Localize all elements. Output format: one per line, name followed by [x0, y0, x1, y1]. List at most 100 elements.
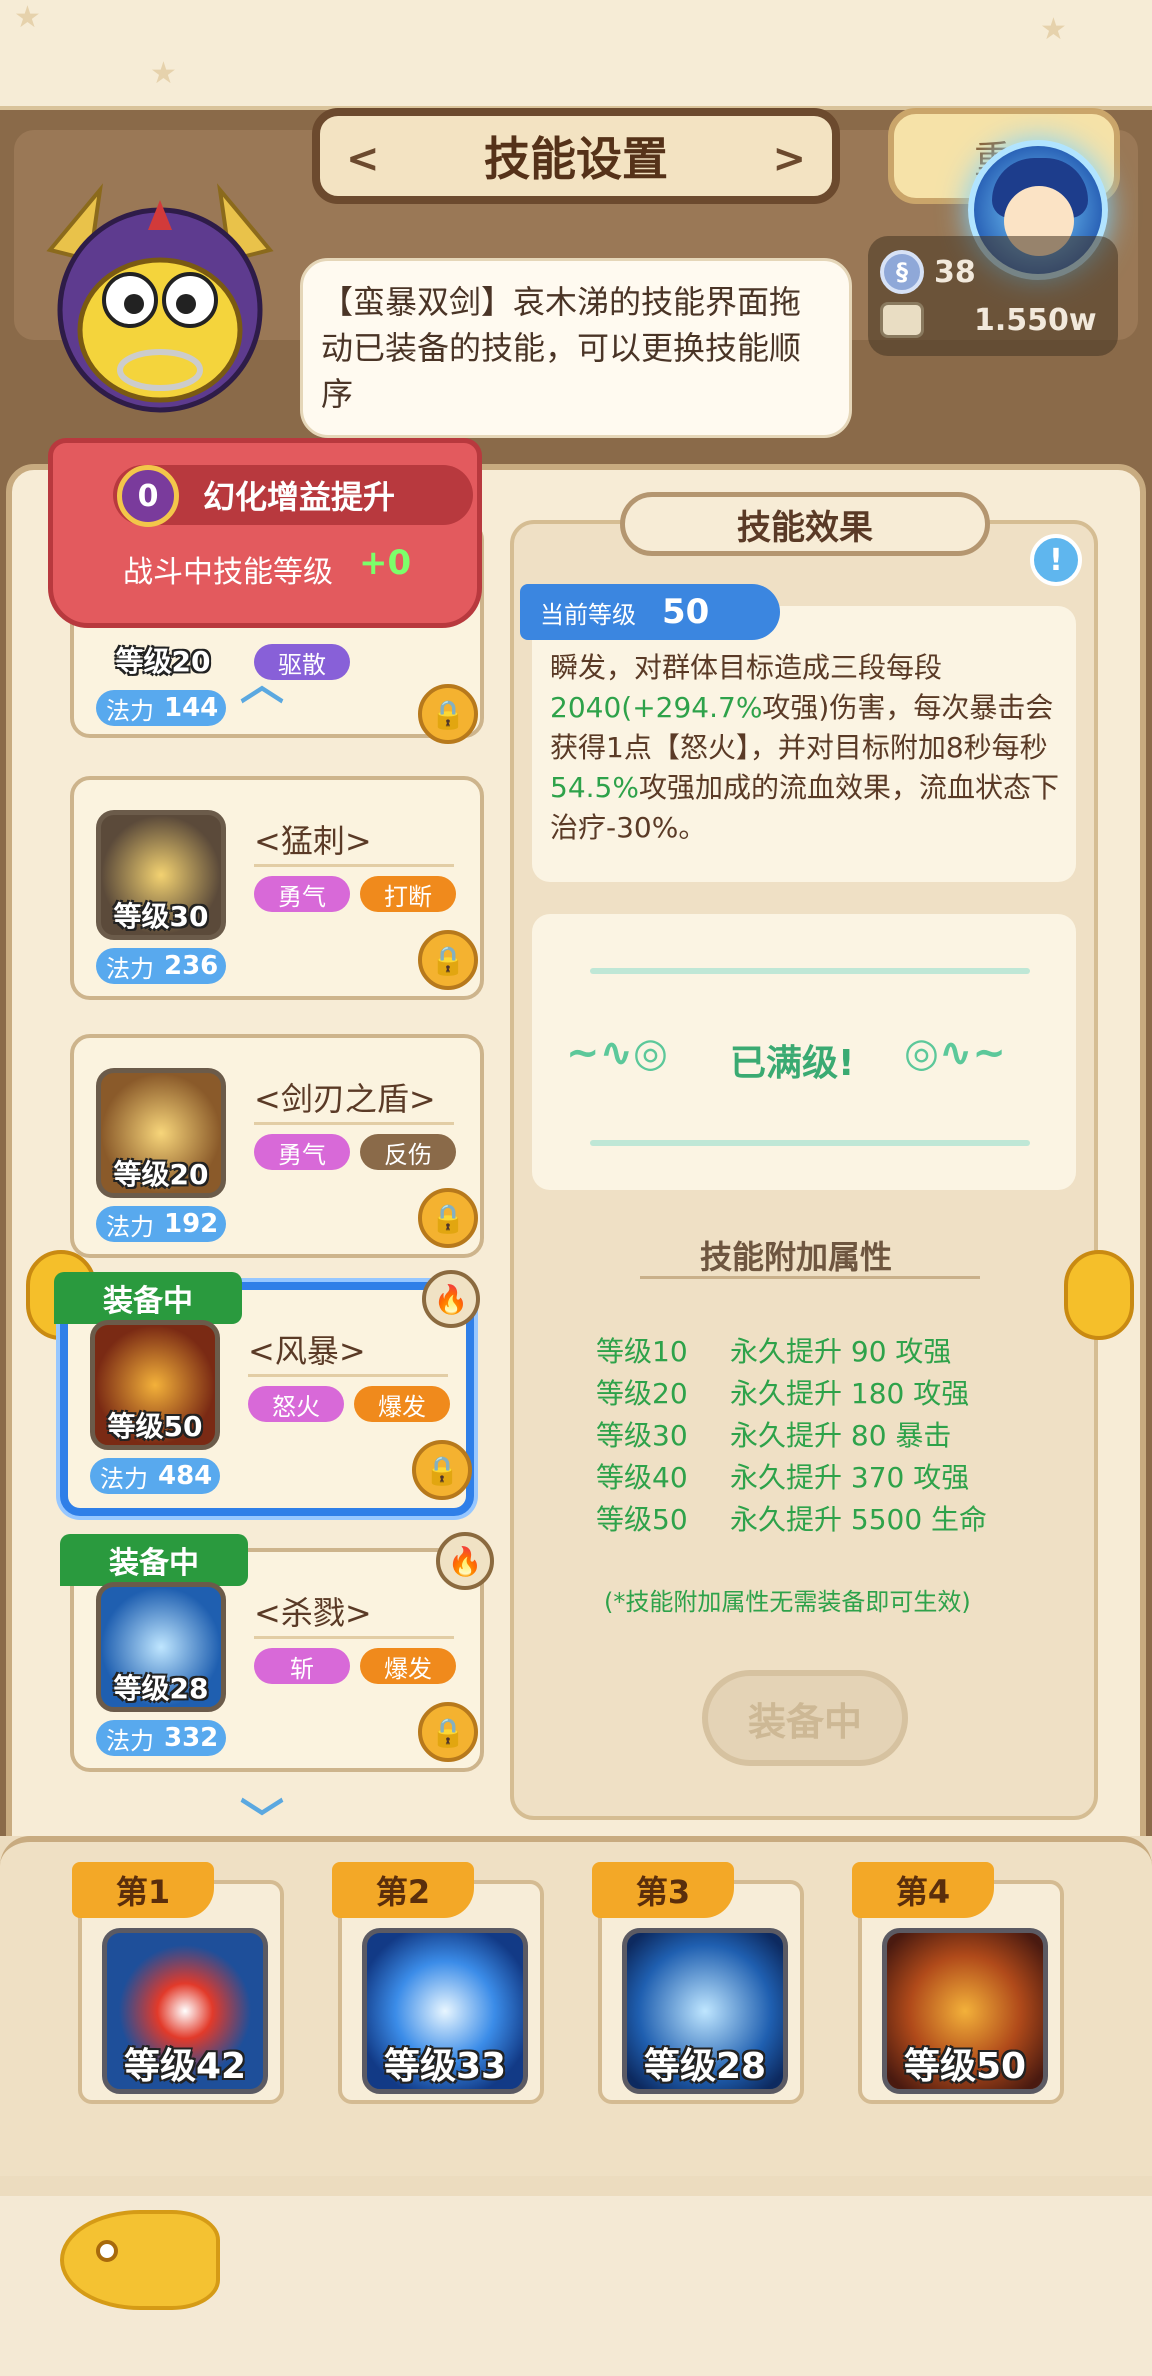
skill-level: 等级28	[113, 1672, 209, 1705]
desc-part: 瞬发，对群体目标造成三段每段	[550, 651, 943, 684]
boost-subtitle: 战斗中技能等级	[123, 555, 333, 590]
boost-value: +0	[359, 543, 412, 583]
fire-badge-icon: 🔥	[422, 1270, 480, 1328]
slot-level: 等级33	[383, 2046, 507, 2087]
coin-amount: 38	[934, 254, 976, 290]
skill-card[interactable]: 装备中 🔥 等级28 法力 332 <杀戮> 斩 爆发 🔒	[60, 1532, 494, 1772]
skill-card[interactable]: 等级20 法力 192 <剑刃之盾> 勇气 反伤 🔒	[70, 1034, 484, 1258]
attr-text: 永久提升 90 攻强	[730, 1335, 952, 1368]
skill-level: 等级20	[113, 1158, 209, 1191]
lock-icon[interactable]: 🔒	[418, 1702, 478, 1762]
mana-bar: 法力 332	[96, 1720, 226, 1756]
equip-button[interactable]: 装备中	[702, 1670, 908, 1766]
scroll-amount: 1.550w	[974, 302, 1097, 338]
boost-title: 幻化增益提升	[203, 478, 396, 516]
slot-label: 第2	[332, 1862, 474, 1918]
mana-bar: 法力 192	[96, 1206, 226, 1242]
mana-value: 236	[164, 951, 219, 981]
prev-arrow-icon[interactable]: <	[346, 136, 380, 182]
desc-value: 294.7%	[655, 691, 763, 724]
mana-label: 法力	[106, 1726, 154, 1755]
attr-row: 等级50 永久提升 5500 生命	[596, 1498, 987, 1538]
attr-text: 永久提升 80 暴击	[730, 1419, 952, 1452]
lock-icon[interactable]: 🔒	[418, 1188, 478, 1248]
star-decor-icon: ★	[150, 56, 177, 91]
skill-level: 等级30	[113, 900, 209, 933]
mana-label: 法力	[106, 1212, 154, 1241]
skill-card-active[interactable]: 装备中 🔥 等级50 法力 484 <风暴> 怒火 爆发 🔒	[54, 1270, 480, 1516]
slot-label: 第3	[592, 1862, 734, 1918]
attr-row: 等级30 永久提升 80 暴击	[596, 1414, 951, 1454]
next-arrow-icon[interactable]: >	[772, 136, 806, 182]
scroll-icon	[880, 302, 924, 338]
skill-tag: 怒火	[248, 1386, 344, 1422]
skill-tag: 爆发	[354, 1386, 450, 1422]
skill-tag: 反伤	[360, 1134, 456, 1170]
attr-text: 永久提升 180 攻强	[730, 1377, 970, 1410]
storm-blade-icon: 等级50	[882, 1928, 1048, 2094]
star-decor-icon: ★	[14, 0, 41, 35]
speech-bubble: 【蛮暴双剑】哀木涕的技能界面拖动已装备的技能，可以更换技能顺序	[300, 258, 852, 438]
attr-level: 等级40	[596, 1461, 688, 1494]
right-arrow-icon[interactable]	[1064, 1250, 1134, 1340]
slash-wave-icon: 等级28	[96, 1582, 226, 1712]
mana-label: 法力	[100, 1464, 148, 1493]
attr-divider	[640, 1276, 980, 1279]
slot-label: 第4	[852, 1862, 994, 1918]
mana-bar: 法力 236	[96, 948, 226, 984]
slot-level: 等级42	[123, 2046, 247, 2087]
dagger-icon: 等级33	[362, 1928, 528, 2094]
star-decor-icon: ★	[1040, 12, 1067, 47]
desc-part: (+	[621, 691, 656, 724]
name-divider	[248, 1374, 448, 1377]
skill-slot-3[interactable]: 第3 等级28	[592, 1862, 804, 2104]
attr-row: 等级40 永久提升 370 攻强	[596, 1456, 969, 1496]
desc-value: 2040	[550, 691, 622, 724]
wave-ornament-icon: ◎∿~	[904, 1030, 1006, 1076]
shield-blade-icon: 等级20	[96, 1068, 226, 1198]
equipped-badge: 装备中	[60, 1534, 248, 1586]
mana-bar: 法力 484	[90, 1458, 220, 1494]
fire-badge-icon: 🔥	[436, 1532, 494, 1590]
attr-level: 等级30	[596, 1419, 688, 1452]
current-level-label: 当前等级	[540, 600, 636, 629]
desc-value: 54.5%	[550, 771, 639, 804]
mascot-character	[46, 183, 274, 413]
skill-slot-4[interactable]: 第4 等级50	[852, 1862, 1064, 2104]
currency-panel: § 38 1.550w	[868, 236, 1118, 356]
attr-row: 等级20 永久提升 180 攻强	[596, 1372, 969, 1412]
lock-icon[interactable]: 🔒	[418, 684, 478, 744]
fish-bone-icon[interactable]	[60, 2210, 220, 2310]
skill-tag: 勇气	[254, 1134, 350, 1170]
skill-level: 等级20	[115, 645, 211, 678]
lock-icon[interactable]: 🔒	[418, 930, 478, 990]
skill-card[interactable]: 等级30 法力 236 <猛刺> 勇气 打断 🔒	[70, 776, 484, 1000]
speech-text: 【蛮暴双剑】哀木涕的技能界面拖动已装备的技能，可以更换技能顺序	[321, 283, 802, 413]
attr-text: 永久提升 5500 生命	[730, 1503, 988, 1536]
attr-note: (*技能附加属性无需装备即可生效)	[604, 1588, 971, 1616]
maxed-label: 已满级!	[730, 1043, 855, 1084]
name-divider	[254, 1636, 454, 1639]
top-background: ★ ★ ★	[0, 0, 1152, 110]
skill-slot-1[interactable]: 第1 等级42	[72, 1862, 284, 2104]
skill-name: <风暴>	[248, 1332, 366, 1370]
name-divider	[254, 864, 454, 867]
eye-icon: 等级42	[102, 1928, 268, 2094]
attr-level: 等级20	[596, 1377, 688, 1410]
info-icon[interactable]: !	[1030, 534, 1082, 586]
scroll-up-icon[interactable]: ︿	[240, 648, 284, 712]
effect-title: 技能效果	[620, 492, 990, 556]
lock-icon[interactable]: 🔒	[412, 1440, 472, 1500]
skill-tag: 勇气	[254, 876, 350, 912]
mana-bar: 法力 144	[96, 690, 226, 726]
attr-level: 等级50	[596, 1503, 688, 1536]
currency-row-coin: § 38	[880, 250, 976, 294]
fist-icon: 等级30	[96, 810, 226, 940]
name-divider	[254, 1122, 454, 1125]
attr-title: 技能附加属性	[700, 1238, 893, 1276]
mana-value: 484	[158, 1461, 213, 1491]
skill-slot-2[interactable]: 第2 等级33	[332, 1862, 544, 2104]
fish-eye	[96, 2240, 118, 2262]
attr-level: 等级10	[596, 1335, 688, 1368]
mana-value: 332	[164, 1723, 219, 1753]
